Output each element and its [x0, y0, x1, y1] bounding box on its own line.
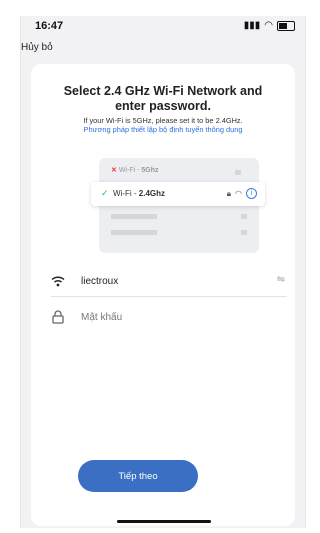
status-icons: ▮▮▮ ◠ [244, 20, 295, 31]
title-line-2: enter password. [115, 99, 211, 113]
wifi-icon: ◠ [264, 20, 273, 31]
placeholder-bar [241, 230, 247, 235]
placeholder-icon [235, 170, 241, 175]
router-setup-link[interactable]: Phương pháp thiết lập bộ định tuyến thôn… [31, 125, 295, 134]
ssid-value: liectroux [81, 276, 119, 287]
cross-icon: ✕ [111, 167, 117, 174]
lock-icon [52, 310, 64, 324]
wifi-icon: ◠ [235, 189, 242, 198]
lock-icon: 🔒︎ [226, 188, 232, 198]
wifi-5ghz-label: Wi-Fi - [118, 167, 142, 174]
wifi-24ghz-icons: 🔒︎ ◠ i [227, 188, 257, 199]
battery-icon [277, 20, 295, 31]
wifi-24ghz-label: Wi-Fi - 2.4Ghz [113, 189, 165, 198]
cancel-button[interactable]: Hủy bỏ [21, 42, 53, 53]
signal-icon: ▮▮▮ [243, 20, 261, 31]
title-line-1: Select 2.4 GHz Wi-Fi Network and [63, 84, 263, 98]
wifi-5ghz-row: ✕ Wi-Fi - 5Ghz [111, 166, 247, 180]
wifi-5ghz-band: 5Ghz [141, 167, 159, 174]
next-button[interactable]: Tiếp theo [78, 460, 198, 492]
password-input[interactable] [81, 308, 261, 326]
info-icon: i [246, 188, 257, 199]
wifi-24ghz-band: 2.4Ghz [138, 189, 165, 198]
status-time: 16:47 [35, 20, 64, 32]
placeholder-bar [111, 230, 157, 235]
home-indicator[interactable] [117, 520, 211, 523]
wifi-setup-card: Select 2.4 GHz Wi-Fi Network and enter p… [31, 64, 295, 526]
ssid-field[interactable]: liectroux ⇋ [51, 272, 287, 297]
subtitle: If your Wi-Fi is 5GHz, please set it to … [83, 116, 243, 125]
wifi-24ghz-prefix: Wi-Fi - [113, 189, 139, 198]
check-icon: ✓ [101, 188, 109, 198]
password-field[interactable] [51, 308, 287, 332]
placeholder-bar [241, 214, 247, 219]
wifi-24ghz-row: ✓ Wi-Fi - 2.4Ghz 🔒︎ ◠ i [91, 182, 265, 206]
switch-network-icon[interactable]: ⇋ [277, 274, 285, 285]
page-title: Select 2.4 GHz Wi-Fi Network and enter p… [31, 84, 295, 114]
phone-screen: 16:47 ▮▮▮ ◠ Hủy bỏ Select 2.4 GHz Wi-Fi … [20, 16, 306, 528]
placeholder-bar [111, 214, 157, 219]
status-bar: 16:47 ▮▮▮ ◠ [21, 16, 305, 38]
wifi-icon [51, 276, 65, 287]
